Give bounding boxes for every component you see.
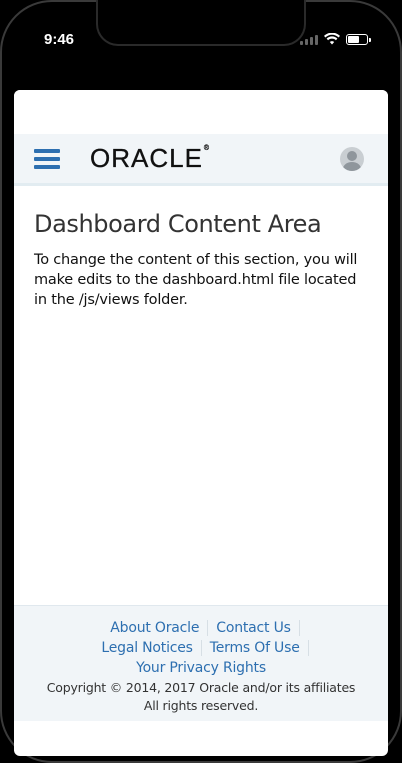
content-description: To change the content of this section, y… [34,252,358,308]
legal-notices-link[interactable]: Legal Notices [93,640,200,656]
oracle-logo: ORACLE ® [90,143,210,174]
footer-links-row-3: Your Privacy Rights [14,658,388,678]
user-avatar-icon[interactable] [340,147,364,171]
logo-registered-mark: ® [203,145,211,152]
footer-separator [298,620,300,636]
app-screen: ORACLE ® Dashboard Content Area To chang… [14,90,388,756]
top-spacer [14,90,388,134]
logo-text: ORACLE [90,143,203,173]
phone-notch [96,0,306,46]
about-oracle-link[interactable]: About Oracle [102,620,207,636]
hamburger-menu-icon[interactable] [34,148,60,169]
status-time: 9:46 [44,31,75,48]
footer-links-row-2: Legal Notices Terms Of Use [14,638,388,658]
privacy-rights-link[interactable]: Your Privacy Rights [128,660,274,676]
battery-icon [346,33,371,45]
footer-separator [307,640,309,656]
app-header: ORACLE ® [14,134,388,186]
status-icons [300,33,371,45]
page-title: Dashboard Content Area [34,210,322,238]
footer: About Oracle Contact Us Legal Notices Te… [14,605,388,721]
terms-of-use-link[interactable]: Terms Of Use [202,640,308,656]
footer-links-row-1: About Oracle Contact Us [14,618,388,638]
cellular-signal-icon [300,34,318,45]
contact-us-link[interactable]: Contact Us [208,620,298,636]
copyright-text: Copyright © 2014, 2017 Oracle and/or its… [46,680,356,695]
phone-frame: 9:46 ORACLE ® Dashboard Content Area To … [0,0,402,763]
wifi-icon [324,33,340,45]
main-content: Dashboard Content Area To change the con… [14,186,388,604]
rights-reserved-text: All rights reserved. [143,698,259,713]
